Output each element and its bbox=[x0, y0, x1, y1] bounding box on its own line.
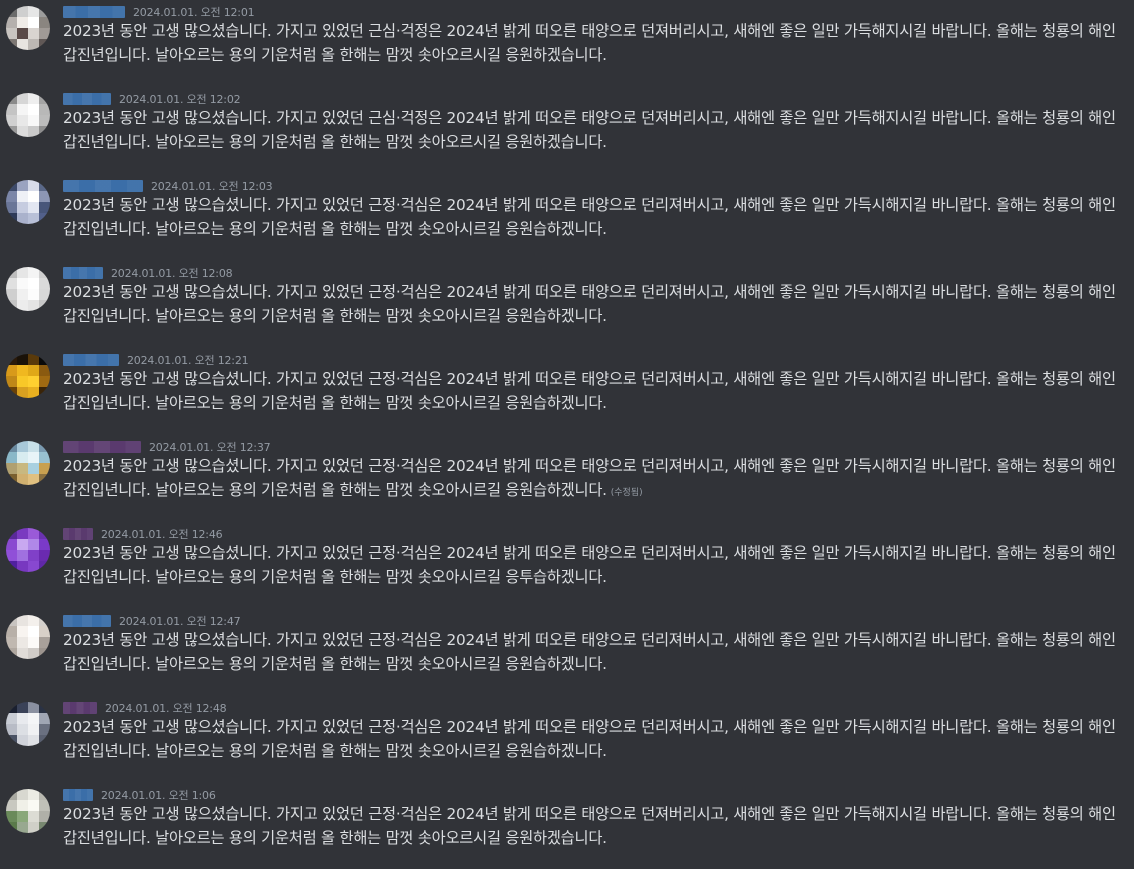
message-timestamp: 2024.01.01. 오전 12:47 bbox=[119, 615, 241, 628]
message-timestamp: 2024.01.01. 오전 12:08 bbox=[111, 267, 233, 280]
message-header: 2024.01.01. 오전 12:03 bbox=[63, 178, 273, 194]
username-redacted[interactable] bbox=[63, 441, 141, 453]
username-redacted[interactable] bbox=[63, 267, 103, 279]
user-avatar[interactable] bbox=[6, 354, 50, 398]
username-redacted[interactable] bbox=[63, 615, 111, 627]
message-text: 2023년 동안 고생 많으습셨니다. 가지고 있었던 근정·걱심은 2024년… bbox=[63, 370, 1116, 412]
message-content: 2023년 동안 고생 많으습셨니다. 가지고 있었던 근정·걱심은 2024년… bbox=[63, 454, 1118, 505]
chat-message-list: 2024.01.01. 오전 12:01 2023년 동안 고생 많으셨습니다. … bbox=[0, 0, 1134, 856]
message-content: 2023년 동안 고생 많으셨습니다. 가지고 있었던 근정·걱심은 2024년… bbox=[63, 802, 1118, 850]
message-timestamp: 2024.01.01. 오전 1:06 bbox=[101, 789, 216, 802]
message-text: 2023년 동안 고생 많으습셨니다. 가지고 있었던 근정·걱심은 2024년… bbox=[63, 457, 1116, 499]
chat-message[interactable]: 2024.01.01. 오전 12:46 2023년 동안 고생 많으습셨니다. … bbox=[0, 522, 1134, 608]
user-avatar[interactable] bbox=[6, 528, 50, 572]
message-timestamp: 2024.01.01. 오전 12:21 bbox=[127, 354, 249, 367]
message-text: 2023년 동안 고생 많으셨습니다. 가지고 있었던 근정·걱심은 2024년… bbox=[63, 718, 1116, 760]
message-content: 2023년 동안 고생 많으셨습니다. 가지고 있었던 근정·걱심은 2024년… bbox=[63, 715, 1118, 763]
chat-message[interactable]: 2024.01.01. 오전 12:21 2023년 동안 고생 많으습셨니다. … bbox=[0, 348, 1134, 434]
message-timestamp: 2024.01.01. 오전 12:37 bbox=[149, 441, 271, 454]
chat-message[interactable]: 2024.01.01. 오전 1:06 2023년 동안 고생 많으셨습니다. 가… bbox=[0, 783, 1134, 869]
user-avatar[interactable] bbox=[6, 441, 50, 485]
username-redacted[interactable] bbox=[63, 6, 125, 18]
user-avatar[interactable] bbox=[6, 789, 50, 833]
username-redacted[interactable] bbox=[63, 528, 93, 540]
message-text: 2023년 동안 고생 많으셨습니다. 가지고 있었던 근심·걱정은 2024년… bbox=[63, 22, 1116, 64]
message-timestamp: 2024.01.01. 오전 12:46 bbox=[101, 528, 223, 541]
username-redacted[interactable] bbox=[63, 702, 97, 714]
message-content: 2023년 동안 고생 많으습셨니다. 가지고 있었던 근정·걱심은 2024년… bbox=[63, 193, 1118, 241]
message-header: 2024.01.01. 오전 12:37 bbox=[63, 439, 271, 455]
message-header: 2024.01.01. 오전 12:47 bbox=[63, 613, 241, 629]
user-avatar[interactable] bbox=[6, 93, 50, 137]
message-header: 2024.01.01. 오전 12:08 bbox=[63, 265, 233, 281]
message-text: 2023년 동안 고생 많으습셨니다. 가지고 있었던 근정·걱심은 2024년… bbox=[63, 196, 1116, 238]
message-text: 2023년 동안 고생 많으셨습니다. 가지고 있었던 근심·걱정은 2024년… bbox=[63, 109, 1116, 151]
message-content: 2023년 동안 고생 많으셨습니다. 가지고 있었던 근정·걱심은 2024년… bbox=[63, 628, 1118, 676]
username-redacted[interactable] bbox=[63, 93, 111, 105]
user-avatar[interactable] bbox=[6, 6, 50, 50]
message-content: 2023년 동안 고생 많으습셨니다. 가지고 있었던 근정·걱심은 2024년… bbox=[63, 367, 1118, 415]
chat-message[interactable]: 2024.01.01. 오전 12:48 2023년 동안 고생 많으셨습니다. … bbox=[0, 696, 1134, 782]
message-content: 2023년 동안 고생 많으습셨니다. 가지고 있었던 근정·걱심은 2024년… bbox=[63, 541, 1118, 589]
chat-message[interactable]: 2024.01.01. 오전 12:01 2023년 동안 고생 많으셨습니다. … bbox=[0, 0, 1134, 86]
user-avatar[interactable] bbox=[6, 267, 50, 311]
message-text: 2023년 동안 고생 많으습셨니다. 가지고 있었던 근정·걱심은 2024년… bbox=[63, 544, 1116, 586]
user-avatar[interactable] bbox=[6, 180, 50, 224]
message-timestamp: 2024.01.01. 오전 12:48 bbox=[105, 702, 227, 715]
chat-message[interactable]: 2024.01.01. 오전 12:47 2023년 동안 고생 많으셨습니다. … bbox=[0, 609, 1134, 695]
message-content: 2023년 동안 고생 많으셨습니다. 가지고 있었던 근심·걱정은 2024년… bbox=[63, 106, 1118, 154]
username-redacted[interactable] bbox=[63, 354, 119, 366]
user-avatar[interactable] bbox=[6, 702, 50, 746]
chat-message[interactable]: 2024.01.01. 오전 12:37 2023년 동안 고생 많으습셨니다. … bbox=[0, 435, 1134, 521]
message-header: 2024.01.01. 오전 12:21 bbox=[63, 352, 249, 368]
message-header: 2024.01.01. 오전 12:48 bbox=[63, 700, 227, 716]
chat-message[interactable]: 2024.01.01. 오전 12:03 2023년 동안 고생 많으습셨니다. … bbox=[0, 174, 1134, 260]
message-text: 2023년 동안 고생 많으습셨니다. 가지고 있었던 근정·걱심은 2024년… bbox=[63, 283, 1116, 325]
username-redacted[interactable] bbox=[63, 180, 143, 192]
message-header: 2024.01.01. 오전 12:02 bbox=[63, 91, 241, 107]
user-avatar[interactable] bbox=[6, 615, 50, 659]
message-text: 2023년 동안 고생 많으셨습니다. 가지고 있었던 근정·걱심은 2024년… bbox=[63, 631, 1116, 673]
message-timestamp: 2024.01.01. 오전 12:01 bbox=[133, 6, 255, 19]
message-content: 2023년 동안 고생 많으셨습니다. 가지고 있었던 근심·걱정은 2024년… bbox=[63, 19, 1118, 67]
chat-message[interactable]: 2024.01.01. 오전 12:08 2023년 동안 고생 많으습셨니다. … bbox=[0, 261, 1134, 347]
edited-indicator: (수정됨) bbox=[610, 488, 643, 498]
message-timestamp: 2024.01.01. 오전 12:02 bbox=[119, 93, 241, 106]
message-content: 2023년 동안 고생 많으습셨니다. 가지고 있었던 근정·걱심은 2024년… bbox=[63, 280, 1118, 328]
message-text: 2023년 동안 고생 많으셨습니다. 가지고 있었던 근정·걱심은 2024년… bbox=[63, 805, 1116, 847]
message-header: 2024.01.01. 오전 1:06 bbox=[63, 787, 216, 803]
chat-message[interactable]: 2024.01.01. 오전 12:02 2023년 동안 고생 많으셨습니다. … bbox=[0, 87, 1134, 173]
message-header: 2024.01.01. 오전 12:46 bbox=[63, 526, 223, 542]
message-timestamp: 2024.01.01. 오전 12:03 bbox=[151, 180, 273, 193]
username-redacted[interactable] bbox=[63, 789, 93, 801]
message-header: 2024.01.01. 오전 12:01 bbox=[63, 4, 255, 20]
